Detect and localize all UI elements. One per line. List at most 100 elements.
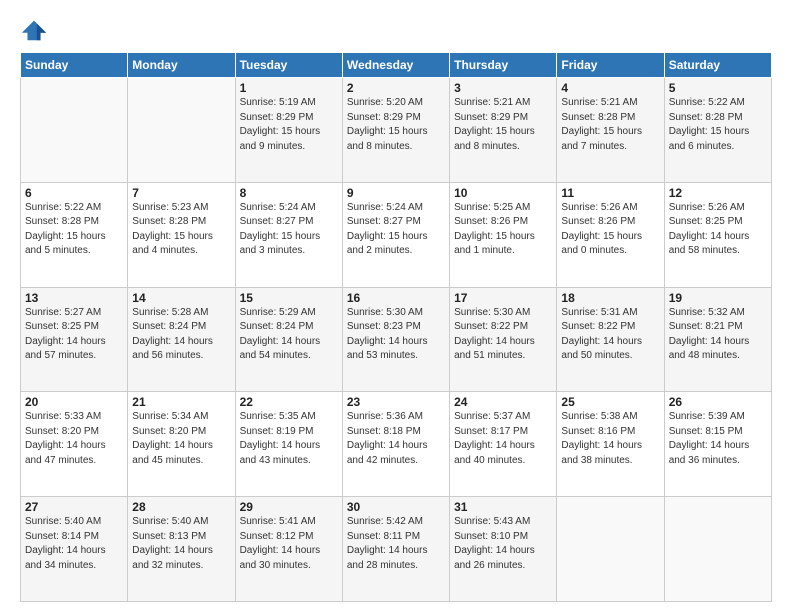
calendar-cell: 27Sunrise: 5:40 AMSunset: 8:14 PMDayligh… [21, 497, 128, 602]
day-number: 26 [669, 395, 767, 409]
day-info: Sunrise: 5:26 AMSunset: 8:26 PMDaylight:… [561, 201, 659, 259]
day-info: Sunrise: 5:30 AMSunset: 8:22 PMDaylight:… [454, 306, 552, 364]
day-info: Sunrise: 5:22 AMSunset: 8:28 PMDaylight:… [25, 201, 123, 259]
day-number: 1 [240, 81, 338, 95]
day-info: Sunrise: 5:36 AMSunset: 8:18 PMDaylight:… [347, 410, 445, 468]
calendar-header-sunday: Sunday [21, 53, 128, 78]
day-info: Sunrise: 5:26 AMSunset: 8:25 PMDaylight:… [669, 201, 767, 259]
calendar-table: SundayMondayTuesdayWednesdayThursdayFrid… [20, 52, 772, 602]
calendar-header-friday: Friday [557, 53, 664, 78]
calendar-cell: 4Sunrise: 5:21 AMSunset: 8:28 PMDaylight… [557, 78, 664, 183]
day-number: 28 [132, 500, 230, 514]
day-number: 5 [669, 81, 767, 95]
calendar-cell [21, 78, 128, 183]
day-number: 10 [454, 186, 552, 200]
page: SundayMondayTuesdayWednesdayThursdayFrid… [0, 0, 792, 612]
day-number: 9 [347, 186, 445, 200]
day-info: Sunrise: 5:25 AMSunset: 8:26 PMDaylight:… [454, 201, 552, 259]
calendar-cell: 15Sunrise: 5:29 AMSunset: 8:24 PMDayligh… [235, 287, 342, 392]
day-info: Sunrise: 5:21 AMSunset: 8:28 PMDaylight:… [561, 96, 659, 154]
day-info: Sunrise: 5:31 AMSunset: 8:22 PMDaylight:… [561, 306, 659, 364]
day-number: 6 [25, 186, 123, 200]
calendar-cell: 30Sunrise: 5:42 AMSunset: 8:11 PMDayligh… [342, 497, 449, 602]
day-number: 20 [25, 395, 123, 409]
day-number: 4 [561, 81, 659, 95]
calendar-cell: 13Sunrise: 5:27 AMSunset: 8:25 PMDayligh… [21, 287, 128, 392]
day-info: Sunrise: 5:43 AMSunset: 8:10 PMDaylight:… [454, 515, 552, 573]
calendar-cell [128, 78, 235, 183]
calendar-week-1: 1Sunrise: 5:19 AMSunset: 8:29 PMDaylight… [21, 78, 772, 183]
calendar-cell: 8Sunrise: 5:24 AMSunset: 8:27 PMDaylight… [235, 182, 342, 287]
day-number: 8 [240, 186, 338, 200]
day-info: Sunrise: 5:33 AMSunset: 8:20 PMDaylight:… [25, 410, 123, 468]
calendar-header-wednesday: Wednesday [342, 53, 449, 78]
calendar-header-row: SundayMondayTuesdayWednesdayThursdayFrid… [21, 53, 772, 78]
calendar-cell: 23Sunrise: 5:36 AMSunset: 8:18 PMDayligh… [342, 392, 449, 497]
calendar-cell [664, 497, 771, 602]
day-info: Sunrise: 5:34 AMSunset: 8:20 PMDaylight:… [132, 410, 230, 468]
calendar-cell: 6Sunrise: 5:22 AMSunset: 8:28 PMDaylight… [21, 182, 128, 287]
calendar-cell: 31Sunrise: 5:43 AMSunset: 8:10 PMDayligh… [450, 497, 557, 602]
calendar-cell: 16Sunrise: 5:30 AMSunset: 8:23 PMDayligh… [342, 287, 449, 392]
day-info: Sunrise: 5:22 AMSunset: 8:28 PMDaylight:… [669, 96, 767, 154]
day-info: Sunrise: 5:27 AMSunset: 8:25 PMDaylight:… [25, 306, 123, 364]
calendar-cell [557, 497, 664, 602]
day-number: 12 [669, 186, 767, 200]
day-info: Sunrise: 5:20 AMSunset: 8:29 PMDaylight:… [347, 96, 445, 154]
day-number: 17 [454, 291, 552, 305]
day-number: 23 [347, 395, 445, 409]
calendar-cell: 2Sunrise: 5:20 AMSunset: 8:29 PMDaylight… [342, 78, 449, 183]
day-info: Sunrise: 5:42 AMSunset: 8:11 PMDaylight:… [347, 515, 445, 573]
day-info: Sunrise: 5:41 AMSunset: 8:12 PMDaylight:… [240, 515, 338, 573]
calendar-cell: 12Sunrise: 5:26 AMSunset: 8:25 PMDayligh… [664, 182, 771, 287]
calendar-week-5: 27Sunrise: 5:40 AMSunset: 8:14 PMDayligh… [21, 497, 772, 602]
day-number: 2 [347, 81, 445, 95]
calendar-cell: 28Sunrise: 5:40 AMSunset: 8:13 PMDayligh… [128, 497, 235, 602]
calendar-cell: 11Sunrise: 5:26 AMSunset: 8:26 PMDayligh… [557, 182, 664, 287]
calendar-header-saturday: Saturday [664, 53, 771, 78]
day-info: Sunrise: 5:39 AMSunset: 8:15 PMDaylight:… [669, 410, 767, 468]
day-number: 11 [561, 186, 659, 200]
calendar-cell: 29Sunrise: 5:41 AMSunset: 8:12 PMDayligh… [235, 497, 342, 602]
day-info: Sunrise: 5:29 AMSunset: 8:24 PMDaylight:… [240, 306, 338, 364]
calendar-cell: 25Sunrise: 5:38 AMSunset: 8:16 PMDayligh… [557, 392, 664, 497]
calendar-cell: 19Sunrise: 5:32 AMSunset: 8:21 PMDayligh… [664, 287, 771, 392]
calendar-cell: 17Sunrise: 5:30 AMSunset: 8:22 PMDayligh… [450, 287, 557, 392]
day-number: 16 [347, 291, 445, 305]
calendar-cell: 22Sunrise: 5:35 AMSunset: 8:19 PMDayligh… [235, 392, 342, 497]
calendar-header-thursday: Thursday [450, 53, 557, 78]
day-info: Sunrise: 5:28 AMSunset: 8:24 PMDaylight:… [132, 306, 230, 364]
calendar-cell: 5Sunrise: 5:22 AMSunset: 8:28 PMDaylight… [664, 78, 771, 183]
logo-icon [20, 16, 48, 44]
calendar-week-2: 6Sunrise: 5:22 AMSunset: 8:28 PMDaylight… [21, 182, 772, 287]
day-info: Sunrise: 5:24 AMSunset: 8:27 PMDaylight:… [240, 201, 338, 259]
day-info: Sunrise: 5:35 AMSunset: 8:19 PMDaylight:… [240, 410, 338, 468]
day-info: Sunrise: 5:38 AMSunset: 8:16 PMDaylight:… [561, 410, 659, 468]
calendar-cell: 24Sunrise: 5:37 AMSunset: 8:17 PMDayligh… [450, 392, 557, 497]
day-number: 3 [454, 81, 552, 95]
day-info: Sunrise: 5:37 AMSunset: 8:17 PMDaylight:… [454, 410, 552, 468]
calendar-cell: 1Sunrise: 5:19 AMSunset: 8:29 PMDaylight… [235, 78, 342, 183]
day-number: 27 [25, 500, 123, 514]
calendar-cell: 21Sunrise: 5:34 AMSunset: 8:20 PMDayligh… [128, 392, 235, 497]
calendar-cell: 18Sunrise: 5:31 AMSunset: 8:22 PMDayligh… [557, 287, 664, 392]
day-info: Sunrise: 5:19 AMSunset: 8:29 PMDaylight:… [240, 96, 338, 154]
calendar-header-tuesday: Tuesday [235, 53, 342, 78]
calendar-cell: 14Sunrise: 5:28 AMSunset: 8:24 PMDayligh… [128, 287, 235, 392]
calendar-week-3: 13Sunrise: 5:27 AMSunset: 8:25 PMDayligh… [21, 287, 772, 392]
day-info: Sunrise: 5:30 AMSunset: 8:23 PMDaylight:… [347, 306, 445, 364]
header [20, 16, 772, 44]
day-number: 30 [347, 500, 445, 514]
day-number: 24 [454, 395, 552, 409]
day-number: 22 [240, 395, 338, 409]
day-info: Sunrise: 5:21 AMSunset: 8:29 PMDaylight:… [454, 96, 552, 154]
calendar-week-4: 20Sunrise: 5:33 AMSunset: 8:20 PMDayligh… [21, 392, 772, 497]
day-number: 25 [561, 395, 659, 409]
day-info: Sunrise: 5:40 AMSunset: 8:13 PMDaylight:… [132, 515, 230, 573]
calendar-cell: 7Sunrise: 5:23 AMSunset: 8:28 PMDaylight… [128, 182, 235, 287]
day-number: 31 [454, 500, 552, 514]
calendar-header-monday: Monday [128, 53, 235, 78]
calendar-cell: 3Sunrise: 5:21 AMSunset: 8:29 PMDaylight… [450, 78, 557, 183]
day-info: Sunrise: 5:40 AMSunset: 8:14 PMDaylight:… [25, 515, 123, 573]
day-number: 15 [240, 291, 338, 305]
